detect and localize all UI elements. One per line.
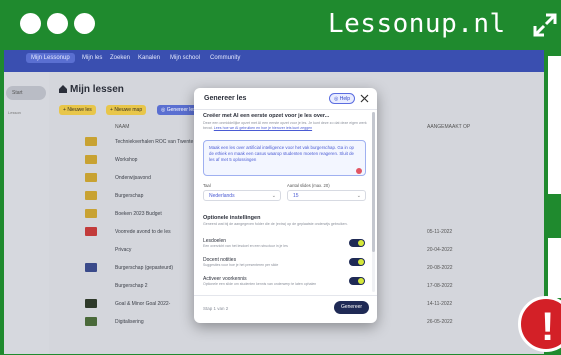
- language-select[interactable]: Nederlands ⌄: [203, 190, 281, 201]
- frame-right-panel: [548, 238, 561, 298]
- toggle-knob: [358, 259, 364, 265]
- lesson-thumbnail: [85, 227, 97, 236]
- toggle-description: Suggesties voor hoe je het presenteren p…: [203, 263, 279, 267]
- lesson-thumbnail: [85, 299, 97, 308]
- home-icon: [59, 85, 67, 93]
- top-navigation: Mijn Lessonup Mijn les Zoeken Kanalen Mi…: [4, 50, 544, 72]
- site-title: Lessonup.nl: [328, 9, 506, 39]
- row-name: Burgerschap 2: [115, 283, 148, 289]
- row-name: Goal & Minor Goal 2022-: [115, 301, 171, 307]
- folder-icon: [85, 191, 97, 200]
- nav-kanalen[interactable]: Kanalen: [138, 55, 160, 61]
- nav-community[interactable]: Community: [210, 55, 240, 61]
- window-dot: [20, 13, 41, 34]
- row-name: Voorrede avond to de les: [115, 229, 171, 235]
- row-name: Workshop: [115, 157, 138, 163]
- row-name: Privacy: [115, 247, 132, 253]
- close-icon[interactable]: [360, 94, 369, 103]
- chevron-down-icon: ⌄: [356, 193, 361, 199]
- sidebar: Start Lesson: [4, 72, 49, 354]
- new-folder-label: Nieuwe map: [114, 107, 143, 113]
- nav-mijn-les[interactable]: Mijn les: [82, 55, 102, 61]
- new-folder-button[interactable]: + Nieuwe map: [106, 105, 147, 115]
- generate-lesson-modal: Genereer les ◎ Help Creëer met AI een ee…: [194, 88, 377, 323]
- page-title: Mijn lessen: [59, 84, 124, 95]
- new-lesson-label: Nieuwe les: [67, 107, 92, 113]
- help-button[interactable]: ◎ Help: [329, 93, 355, 104]
- language-value: Nederlands: [209, 193, 235, 199]
- window-dots: [20, 13, 95, 34]
- ai-info-link[interactable]: Lees hoe we AI gebruiken en hoe je hiero…: [214, 126, 312, 130]
- slides-count-value: 15: [293, 193, 299, 199]
- modal-title: Genereer les: [204, 95, 247, 102]
- nav-mijn-lessonup[interactable]: Mijn Lessonup: [26, 53, 75, 63]
- toggle-knob: [358, 240, 364, 246]
- column-name: NAAM: [115, 124, 130, 130]
- folder-icon: [85, 137, 97, 146]
- optional-settings-description: Geneerd wat bij de aangegeven folder die…: [203, 222, 348, 226]
- help-label: Help: [339, 96, 351, 102]
- sidebar-item-lesson[interactable]: Lesson: [8, 110, 21, 115]
- row-date: 20-04-2022: [427, 247, 453, 253]
- nav-mijn-school[interactable]: Mijn school: [170, 55, 200, 61]
- toggle-description: Een overzicht van het lesdoel en een str…: [203, 244, 288, 248]
- slides-count-label: Aantal slides (max. 20): [287, 183, 330, 188]
- frame-right-panel: [548, 56, 561, 194]
- language-label: Taal: [203, 183, 211, 188]
- sidebar-item-start[interactable]: Start: [6, 86, 46, 100]
- modal-subtitle: Creëer met AI een eerste opzet voor je l…: [203, 113, 330, 119]
- nav-zoeken[interactable]: Zoeken: [110, 55, 130, 61]
- row-date: 26-05-2022: [427, 319, 453, 325]
- chevron-down-icon: ⌄: [271, 193, 276, 199]
- row-date: 17-08-2022: [427, 283, 453, 289]
- row-name: Techniekverhalen ROC van Twente: [115, 139, 194, 145]
- new-lesson-button[interactable]: + Nieuwe les: [59, 105, 96, 115]
- modal-divider: [194, 109, 377, 110]
- lesdoelen-toggle[interactable]: [349, 239, 365, 247]
- row-name: Burgerschap: [115, 193, 144, 199]
- column-created: AANGEMAAKT OP: [427, 124, 471, 130]
- page-title-text: Mijn lessen: [70, 84, 124, 95]
- row-name: Burgerschap (gepasteurd): [115, 265, 174, 271]
- expand-arrows-icon[interactable]: [532, 12, 558, 38]
- toggle-row-activeer-voorkennis: Activeer voorkennis Optionele een slide …: [203, 276, 371, 292]
- row-date: 14-11-2022: [427, 301, 453, 307]
- window-dot: [47, 13, 68, 34]
- help-icon: ◎: [333, 96, 339, 102]
- grammar-marker-icon: [356, 168, 362, 174]
- generate-lesson-label: Genereer les: [166, 107, 196, 113]
- window-dot: [74, 13, 95, 34]
- folder-icon: [85, 173, 97, 182]
- lesson-thumbnail: [85, 317, 97, 326]
- row-date: 05-11-2022: [427, 229, 453, 235]
- row-name: Onderwijsavond: [115, 175, 151, 181]
- optional-settings-title: Optionele instellingen: [203, 215, 261, 221]
- toggle-row-lesdoelen: Lesdoelen Een overzicht van het lesdoel …: [203, 238, 371, 254]
- step-indicator: Stap 1 van 2: [203, 306, 229, 311]
- row-date: 20-08-2022: [427, 265, 453, 271]
- row-name: Boeken 2023 Budget: [115, 211, 162, 217]
- generate-submit-button[interactable]: Genereer: [334, 301, 369, 314]
- prompt-textarea[interactable]: Maak een les over artificial intelligenc…: [203, 140, 366, 176]
- toggle-knob: [358, 278, 364, 284]
- folder-icon: [85, 209, 97, 218]
- lesson-thumbnail: [85, 263, 97, 272]
- browser-frame-header: Lessonup.nl: [0, 0, 561, 50]
- activeer-voorkennis-toggle[interactable]: [349, 277, 365, 285]
- modal-scrollbar-thumb[interactable]: [372, 112, 375, 252]
- row-name: Digitalisering: [115, 319, 144, 325]
- folder-icon: [85, 155, 97, 164]
- modal-description: Deze een onmiddellijke opzet met AI een …: [203, 121, 368, 131]
- toggle-description: Optionele een slide om studenten kennis …: [203, 282, 317, 286]
- docent-notities-toggle[interactable]: [349, 258, 365, 266]
- modal-footer-divider: [194, 295, 377, 296]
- slides-count-select[interactable]: 15 ⌄: [287, 190, 366, 201]
- toggle-row-docent-notities: Docent notities Suggesties voor hoe je h…: [203, 257, 371, 273]
